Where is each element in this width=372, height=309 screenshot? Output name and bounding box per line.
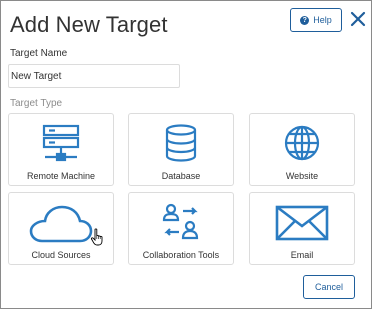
target-type-email[interactable]: Email: [249, 192, 355, 265]
collaboration-icon: [129, 202, 233, 242]
target-type-collaboration-tools[interactable]: Collaboration Tools: [128, 192, 234, 265]
target-type-database[interactable]: Database: [128, 113, 234, 186]
add-target-dialog: Add New Target ? Help Target Name Target…: [0, 0, 372, 309]
target-name-label: Target Name: [10, 48, 68, 59]
question-icon: ?: [300, 15, 310, 25]
target-type-label: Target Type: [10, 98, 63, 109]
server-icon: [9, 123, 113, 163]
tile-label: Collaboration Tools: [142, 250, 220, 260]
target-type-website[interactable]: Website: [249, 113, 355, 186]
globe-icon: [250, 123, 354, 163]
tile-label: Email: [290, 250, 314, 260]
target-type-remote-machine[interactable]: Remote Machine: [8, 113, 114, 186]
hand-cursor-icon: [90, 228, 106, 246]
close-icon[interactable]: [349, 10, 367, 28]
database-icon: [129, 123, 233, 163]
help-button-label: Help: [313, 15, 332, 25]
tile-label: Cloud Sources: [31, 250, 91, 260]
target-name-input[interactable]: [8, 64, 180, 88]
envelope-icon: [250, 204, 354, 242]
tile-label: Remote Machine: [26, 171, 96, 181]
tile-label: Database: [161, 171, 201, 181]
cancel-button[interactable]: Cancel: [303, 275, 355, 299]
dialog-title: Add New Target: [10, 12, 168, 37]
tile-label: Website: [285, 171, 319, 181]
help-button[interactable]: ? Help: [290, 8, 342, 32]
